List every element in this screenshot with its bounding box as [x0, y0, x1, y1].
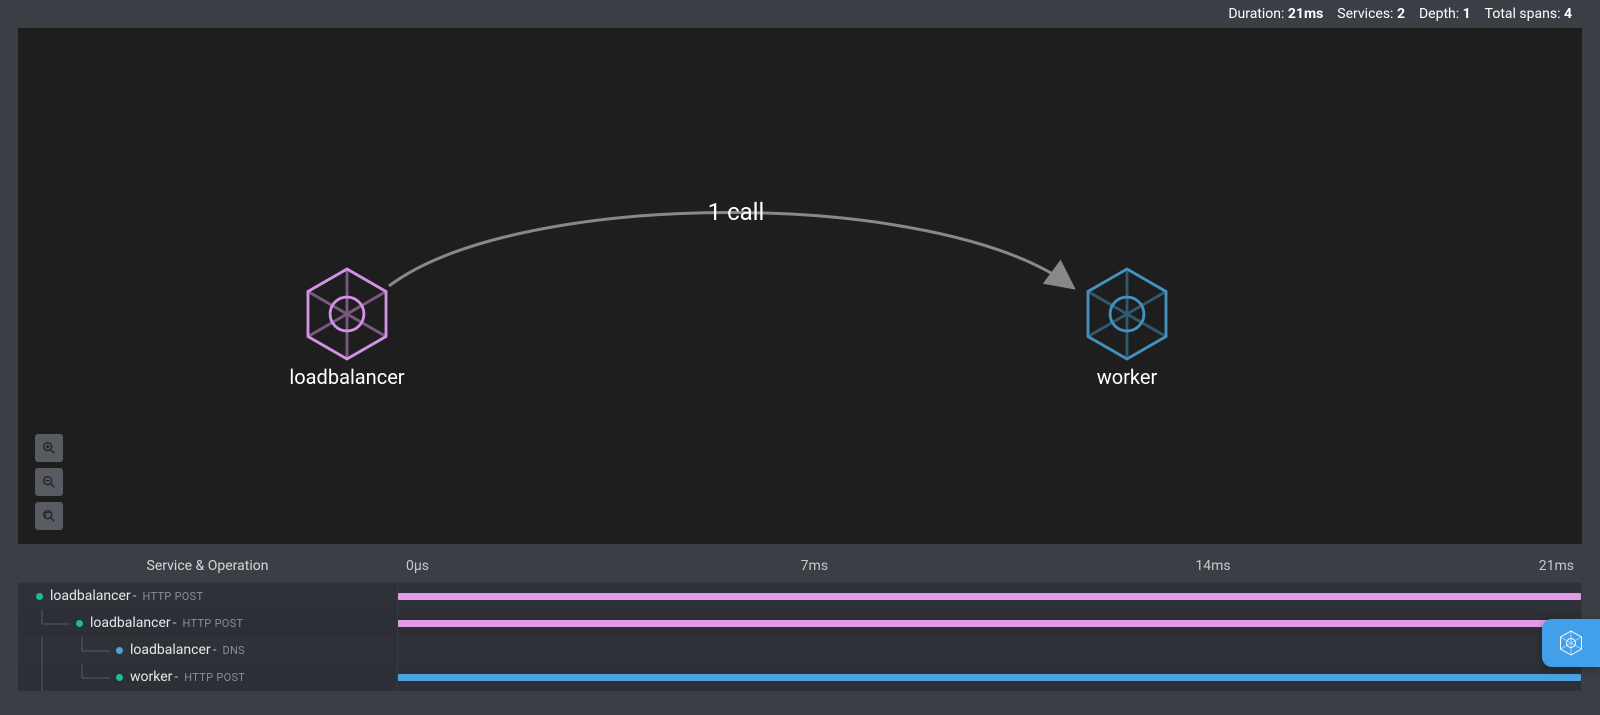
cube-icon — [1556, 628, 1586, 658]
span-bar[interactable] — [398, 593, 1581, 600]
service-color-dot — [116, 647, 123, 654]
stat-duration-label: Duration: — [1228, 6, 1284, 22]
service-name: worker — [130, 669, 172, 685]
span-bar-area[interactable] — [398, 610, 1582, 636]
node-label-worker: worker — [1097, 365, 1158, 389]
service-name: loadbalancer — [90, 615, 171, 631]
tick-2: 14ms — [1187, 550, 1582, 582]
edge-label: 1 call — [708, 198, 765, 226]
service-color-dot — [36, 593, 43, 600]
stat-spans-label: Total spans: — [1485, 6, 1561, 22]
stat-duration: Duration: 21ms — [1228, 6, 1323, 22]
timeline-rows: loadbalancer - HTTP POSTloadbalancer - H… — [18, 583, 1582, 691]
timeline-ticks: 0µs 7ms 14ms 21ms — [398, 550, 1582, 582]
tick-3: 21ms — [1539, 550, 1582, 574]
operation-name: HTTP POST — [183, 617, 244, 630]
graph-view-toggle-button[interactable] — [1542, 619, 1600, 667]
stat-depth-value: 1 — [1463, 6, 1471, 22]
span-row[interactable]: loadbalancer - DNS — [18, 637, 1582, 664]
separator: - — [174, 669, 178, 685]
dependency-graph[interactable]: 1 call loadbalancer worker — [18, 28, 1582, 544]
span-bar-area[interactable] — [398, 637, 1582, 663]
stat-spans-value: 4 — [1564, 6, 1572, 22]
stat-duration-value: 21ms — [1288, 6, 1323, 22]
stat-services-label: Services: — [1337, 6, 1393, 22]
span-label: loadbalancer - HTTP POST — [18, 583, 398, 609]
span-label: loadbalancer - HTTP POST — [18, 610, 398, 636]
service-color-dot — [76, 620, 83, 627]
zoom-in-icon — [41, 440, 57, 456]
span-row[interactable]: worker - HTTP POST — [18, 664, 1582, 691]
span-label: loadbalancer - DNS — [18, 637, 398, 663]
stat-services: Services: 2 — [1337, 6, 1405, 22]
cube-icon — [1088, 269, 1166, 359]
zoom-reset-button[interactable] — [35, 502, 63, 530]
stat-services-value: 2 — [1397, 6, 1405, 22]
zoom-out-button[interactable] — [35, 468, 63, 496]
separator: - — [213, 642, 217, 658]
zoom-out-icon — [41, 474, 57, 490]
span-bar[interactable] — [398, 620, 1581, 627]
tick-1: 7ms — [793, 550, 1188, 582]
separator: - — [173, 615, 177, 631]
span-row[interactable]: loadbalancer - HTTP POST — [18, 583, 1582, 610]
stat-depth-label: Depth: — [1419, 6, 1459, 22]
service-name: loadbalancer — [50, 588, 131, 604]
timeline-header: Service & Operation 0µs 7ms 14ms 21ms — [18, 550, 1582, 583]
stat-total-spans: Total spans: 4 — [1485, 6, 1572, 22]
zoom-reset-icon — [41, 508, 57, 524]
operation-name: HTTP POST — [184, 671, 245, 684]
zoom-controls — [35, 434, 63, 530]
trace-stats-bar: Duration: 21ms Services: 2 Depth: 1 Tota… — [0, 0, 1600, 28]
node-label-loadbalancer: loadbalancer — [289, 365, 404, 389]
span-row[interactable]: loadbalancer - HTTP POST — [18, 610, 1582, 637]
span-label: worker - HTTP POST — [18, 664, 398, 690]
tick-0: 0µs — [398, 550, 793, 582]
separator: - — [133, 588, 137, 604]
operation-name: DNS — [223, 644, 246, 657]
span-timeline: Service & Operation 0µs 7ms 14ms 21ms lo… — [18, 550, 1582, 691]
stat-depth: Depth: 1 — [1419, 6, 1471, 22]
span-bar-area[interactable] — [398, 583, 1582, 609]
service-name: loadbalancer — [130, 642, 211, 658]
service-color-dot — [116, 674, 123, 681]
operation-name: HTTP POST — [143, 590, 204, 603]
span-bar[interactable] — [398, 674, 1581, 681]
service-operation-header: Service & Operation — [18, 550, 398, 582]
graph-node-loadbalancer[interactable]: loadbalancer — [289, 269, 404, 389]
graph-node-worker[interactable]: worker — [1088, 269, 1166, 389]
dependency-graph-panel[interactable]: 1 call loadbalancer worker — [18, 28, 1582, 544]
span-bar-area[interactable] — [398, 664, 1582, 690]
zoom-in-button[interactable] — [35, 434, 63, 462]
cube-icon — [308, 269, 386, 359]
